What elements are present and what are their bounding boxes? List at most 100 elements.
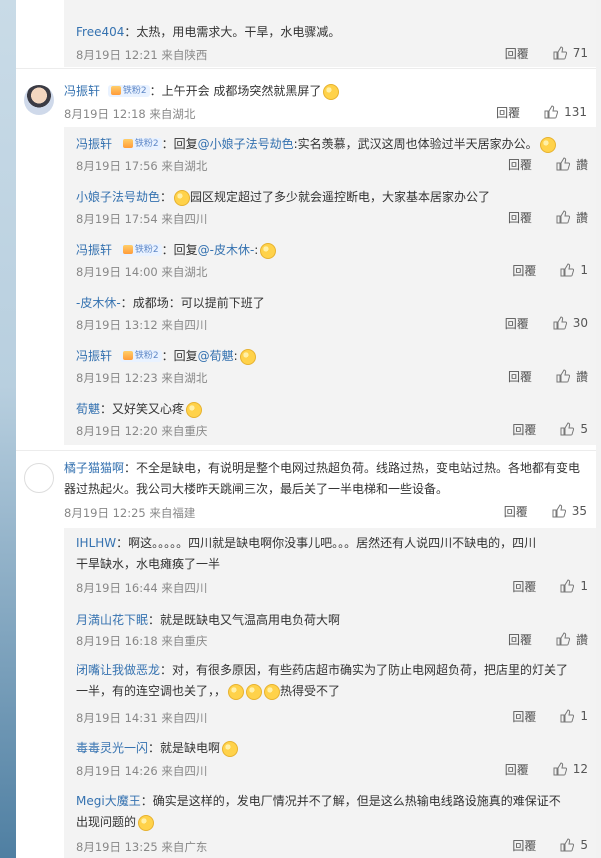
mention-link[interactable]: @-皮木休- [198,243,255,257]
reply-button[interactable]: 回覆 [505,315,529,332]
reply-username[interactable]: -皮木休- [76,296,121,310]
avatar[interactable] [24,85,54,115]
emoji-icon [323,83,340,100]
list-item: Megi大魔王：确实是这样的，发电厂情况并不了解，但是这么热输电线路设施真的难保… [76,794,561,831]
like-button[interactable]: 1 [560,263,588,277]
reply-button[interactable]: 回覆 [505,45,529,62]
mention-link[interactable]: @小娘子法号劫色 [198,137,294,151]
thumbs-up-icon [560,709,575,723]
scrollbar[interactable] [596,0,601,858]
reply-button[interactable]: 回覆 [496,104,520,121]
desktop-background-strip [0,0,16,858]
like-button[interactable]: 5 [560,838,588,852]
emoji-icon [222,740,239,757]
crown-icon [122,244,133,254]
like-button[interactable]: 1 [560,709,588,723]
like-count: 1 [580,709,588,723]
reply-button[interactable]: 回覆 [505,761,529,778]
reply-username[interactable]: Megi大魔王 [76,794,141,808]
reply-text-line-2: 一半，有的连空调也关了，， [76,684,227,698]
like-count: 71 [572,46,588,60]
emoji-icon [264,683,281,700]
like-count: 12 [572,762,588,776]
like-button[interactable]: 讚 [556,209,588,226]
like-count: 35 [571,504,587,518]
thumbs-up-icon [560,263,575,277]
like-button[interactable]: 5 [560,422,588,436]
like-count: 5 [580,838,588,852]
reply-username[interactable]: 冯振轩 [76,243,112,257]
divider [16,450,601,451]
comment-username[interactable]: 橘子猫猫啊 [64,461,124,475]
comment-actions: 回覆 131 [496,103,587,121]
comment-header: 冯振轩 铁粉2 ：上午开会 成都场突然就黑屏了 [64,83,601,100]
reply-button[interactable]: 回覆 [512,578,536,595]
reply-prefix: 回复 [173,137,198,151]
fan-badge: 铁粉2 [119,243,162,256]
reply-username[interactable]: Free404 [76,25,124,39]
comment-header: 橘子猫猫啊：不全是缺电，有说明是整个电网过热超负荷。线路过热，变电站过热。各地都… [64,461,581,496]
divider [16,68,601,69]
thumbs-up-icon [560,579,575,593]
thumbs-up-icon [560,838,575,852]
list-item: 荀魌：又好笑又心疼 [76,401,601,418]
reply-actions: 回覆 讚 [508,208,588,226]
like-button[interactable]: 131 [544,105,587,119]
reply-prefix: 回复 [173,349,198,363]
reply-group-top: Free404：太热，用电需求大。干旱，水电骤减。 8月19日 12:21 来自… [64,0,601,67]
list-item: Free404：太热，用电需求大。干旱，水电骤减。 [76,25,341,39]
like-count: 讚 [575,210,588,225]
reply-button[interactable]: 回覆 [508,631,532,648]
like-count: 1 [580,263,588,277]
reply-group: 冯振轩 铁粉2 ：回复@小娘子法号劫色:实名羡慕，武汉这周也体验过半天居家办公。 … [64,127,601,445]
reply-button[interactable]: 回覆 [512,837,536,854]
reply-username[interactable]: 毒毒灵光一闪 [76,741,148,755]
emoji-icon [246,683,263,700]
list-item: 月満山花下眠：就是既缺电又气温高用电负荷大啊 [76,613,341,627]
crown-icon [122,350,133,360]
like-count: 5 [580,422,588,436]
comment-username[interactable]: 冯振轩 [64,84,100,98]
reply-button[interactable]: 回覆 [504,503,528,520]
reply-username[interactable]: 闭嘴让我做恶龙 [76,663,160,677]
list-item: 冯振轩 铁粉2 ：回复@荀魌: [76,348,601,365]
comment-text-line-2: 器过热起火。我公司大楼昨天跳闸三次，最后关了一半电梯和一些设备。 [64,482,449,496]
fan-badge: 铁粉2 [119,137,162,150]
reply-button[interactable]: 回覆 [512,708,536,725]
like-button[interactable]: 30 [553,316,588,330]
reply-button[interactable]: 回覆 [508,156,532,173]
reply-group: IHLHW：啊这。。。。。四川就是缺电啊你没事儿吧。。。居然还有人说四川不缺电的… [64,528,601,858]
mention-link[interactable]: @荀魌 [198,349,234,363]
reply-username[interactable]: 冯振轩 [76,137,112,151]
like-button[interactable]: 讚 [556,156,588,173]
crown-icon [122,138,133,148]
reply-text: 就是既缺电又气温高用电负荷大啊 [160,613,341,627]
reply-username[interactable]: 冯振轩 [76,349,112,363]
like-button[interactable]: 71 [553,46,588,60]
reply-prefix: 回复 [173,243,198,257]
reply-username[interactable]: IHLHW [76,536,116,550]
reply-username[interactable]: 小娘子法号劫色 [76,190,160,204]
reply-username[interactable]: 月満山花下眠 [76,613,148,627]
thumbs-up-icon [560,422,575,436]
reply-text: : [233,349,238,363]
like-button[interactable]: 35 [552,504,587,518]
like-button[interactable]: 讚 [556,631,588,648]
reply-username[interactable]: 荀魌 [76,402,100,416]
reply-actions: 回覆 1 [512,577,588,595]
like-button[interactable]: 12 [553,762,588,776]
avatar[interactable] [24,463,54,493]
reply-actions: 回覆 12 [505,760,588,778]
list-item: 小娘子法号劫色： 园区规定超过了多少就会遥控断电，大家基本居家办公了 [76,189,491,206]
list-item: 冯振轩 铁粉2 ：回复@-皮木休-: [76,242,601,259]
reply-button[interactable]: 回覆 [508,368,532,385]
reply-button[interactable]: 回覆 [512,262,536,279]
like-button[interactable]: 1 [560,579,588,593]
reply-button[interactable]: 回覆 [512,421,536,438]
like-count: 131 [564,105,587,119]
list-item: -皮木休-：成都场：可以提前下班了 [76,296,265,310]
like-button[interactable]: 讚 [556,368,588,385]
reply-button[interactable]: 回覆 [508,209,532,226]
thumbs-up-icon [544,105,559,119]
emoji-icon [138,814,155,831]
